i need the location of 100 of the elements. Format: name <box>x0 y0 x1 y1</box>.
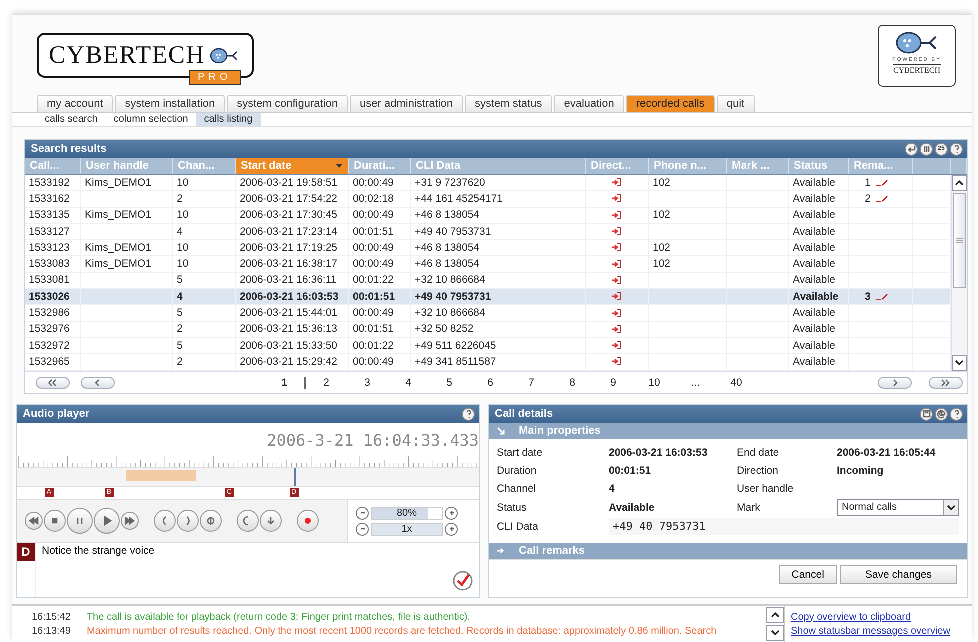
page-link[interactable]: ... <box>675 376 716 388</box>
page-link[interactable]: 40 <box>716 376 757 388</box>
last-page-button[interactable] <box>928 376 962 388</box>
table-cell: +32 50 8252 <box>415 323 474 336</box>
table-cell: 00:01:51 <box>353 226 394 238</box>
field-value: 4 <box>609 483 616 495</box>
table-row[interactable]: 1533135 Kims_DEMO1 10 2006-03-21 17:30:45 00:00:49 +46 8 138054 102 Available <box>25 208 951 224</box>
table-cell: Available <box>793 307 836 320</box>
nav-tab[interactable]: recorded calls <box>626 95 715 112</box>
table-row[interactable]: 1532976 2 2006-03-21 15:36:13 00:01:51 +32 50 8252 Available <box>25 322 951 338</box>
page-link[interactable]: 1 <box>265 376 306 388</box>
page-link[interactable]: 3 <box>347 376 388 388</box>
status-link[interactable]: Copy overview to clipboard <box>791 612 972 622</box>
table-cell: 4 <box>177 226 183 238</box>
volume-bar[interactable]: 80% <box>371 506 443 520</box>
page-link[interactable]: 2 <box>306 376 347 388</box>
status-link[interactable]: Show statusbar messages overview <box>791 626 972 636</box>
rewind-time-button[interactable] <box>237 510 259 532</box>
pause-icon <box>75 516 85 526</box>
scrollbar[interactable] <box>951 175 967 371</box>
stop-button[interactable] <box>44 510 66 532</box>
bars-icon <box>922 144 932 154</box>
timeline-track[interactable] <box>17 467 479 487</box>
scroll-up-button[interactable] <box>766 607 784 623</box>
message-time: 16:15:42 <box>32 612 71 622</box>
volume-down-button[interactable] <box>356 506 369 520</box>
speed-up-button[interactable] <box>445 522 458 536</box>
speed-bar[interactable]: 1x <box>371 522 443 536</box>
table-row[interactable]: 1532986 5 2006-03-21 15:44:01 00:00:49 +32 10 866684 Available <box>25 305 951 322</box>
table-row[interactable]: 1533123 Kims_DEMO1 10 2006-03-21 17:19:25 00:00:49 +46 8 138054 102 Available <box>25 240 951 256</box>
checkmark-icon[interactable] <box>453 571 473 591</box>
field-value: 2006-03-21 16:03:53 <box>609 447 709 459</box>
next-page-button[interactable] <box>878 376 912 388</box>
selected-range <box>126 470 196 481</box>
page-link[interactable]: 6 <box>470 376 511 388</box>
nav-tab[interactable]: quit <box>716 95 755 112</box>
play-button[interactable] <box>94 508 120 534</box>
table-row[interactable]: 1533162 2 2006-03-21 17:54:22 00:02:18 +44 161 45254171 Available 2 <box>25 191 951 208</box>
page-link[interactable]: 8 <box>552 376 593 388</box>
table-row[interactable]: 1533083 Kims_DEMO1 10 2006-03-21 16:38:17 00:00:49 +46 8 138054 102 Available <box>25 256 951 273</box>
rewind-button[interactable] <box>25 512 43 530</box>
save-button[interactable]: Save changes <box>840 565 957 584</box>
table-cell: 1533127 <box>29 226 70 238</box>
columns-icon[interactable] <box>920 142 933 156</box>
download-button[interactable] <box>260 510 282 532</box>
nav-tab[interactable]: user administration <box>350 95 463 112</box>
table-cell: 2 <box>177 323 183 336</box>
help-icon[interactable] <box>950 408 963 420</box>
table-row[interactable]: 1532972 5 2006-03-21 15:33:50 00:01:22 +49 511 6226045 Available <box>25 338 951 354</box>
table-row[interactable]: 1533026 4 2006-03-21 16:03:53 00:01:51 +49 40 7953731 Available 3 <box>25 289 951 306</box>
fast-forward-button[interactable] <box>121 512 139 530</box>
sub-tab[interactable]: calls listing <box>196 113 261 126</box>
nav-tab[interactable]: system configuration <box>227 95 348 112</box>
help-icon[interactable] <box>462 408 475 420</box>
sub-tab[interactable]: column selection <box>106 113 196 126</box>
panel-title: Call details <box>495 408 554 420</box>
first-page-button[interactable] <box>36 376 70 388</box>
field-label: CLI Data <box>497 520 540 534</box>
loop-start-button[interactable] <box>154 510 176 532</box>
note-field[interactable]: Notice the strange voice <box>36 543 296 559</box>
scroll-down-button[interactable] <box>766 625 784 641</box>
record-button[interactable] <box>297 510 319 532</box>
page-link[interactable]: 10 <box>634 376 675 388</box>
playhead[interactable] <box>294 468 296 486</box>
page-link[interactable]: 9 <box>593 376 634 388</box>
logo-text: CYBERTECH <box>49 42 206 70</box>
table-cell: 00:01:22 <box>353 274 394 286</box>
table-row[interactable]: 1533192 Kims_DEMO1 10 2006-03-21 19:58:51 00:00:49 +31 9 7237620 102 Available 1 <box>25 175 951 192</box>
nav-tab[interactable]: system installation <box>115 95 226 112</box>
incoming-arrow-icon <box>612 276 622 285</box>
table-cell: 2006-03-21 16:36:11 <box>240 274 337 286</box>
page-link[interactable]: 7 <box>511 376 552 388</box>
pencil-icon <box>874 178 889 188</box>
table-row[interactable]: 1532965 2 2006-03-21 15:29:42 00:00:49 +49 341 8511587 Available <box>25 354 951 371</box>
volume-up-button[interactable] <box>445 506 458 520</box>
sub-tab[interactable]: calls search <box>37 113 106 126</box>
mark-dropdown[interactable]: Normal calls <box>837 499 959 516</box>
table-cell: 00:00:49 <box>353 307 394 320</box>
table-cell: +46 8 138054 <box>415 242 480 254</box>
message-time: 16:13:49 <box>32 626 71 636</box>
nav-tab[interactable]: evaluation <box>554 95 624 112</box>
table-row[interactable]: 1533127 4 2006-03-21 17:23:14 00:01:51 +49 40 7953731 Available <box>25 224 951 240</box>
table-cell: 102 <box>653 258 671 270</box>
at-sign-icon[interactable] <box>935 408 948 420</box>
cancel-button[interactable]: Cancel <box>778 565 838 584</box>
loop-button[interactable] <box>200 510 222 532</box>
pause-button[interactable] <box>67 508 93 534</box>
help-icon[interactable] <box>950 142 963 156</box>
speed-down-button[interactable] <box>356 522 369 536</box>
previous-page-button[interactable] <box>81 376 115 388</box>
page-link[interactable]: 5 <box>429 376 470 388</box>
table-cell: 5 <box>177 274 183 286</box>
page-link[interactable]: 4 <box>388 376 429 388</box>
save-icon[interactable] <box>920 408 933 420</box>
table-cell: 2 <box>177 356 183 368</box>
return-icon[interactable] <box>905 142 918 156</box>
table-cell: +49 40 7953731 <box>415 290 492 303</box>
nav-tab[interactable]: my account <box>37 95 114 112</box>
nav-tab[interactable]: system status <box>464 95 552 112</box>
loop-end-button[interactable] <box>177 510 199 532</box>
